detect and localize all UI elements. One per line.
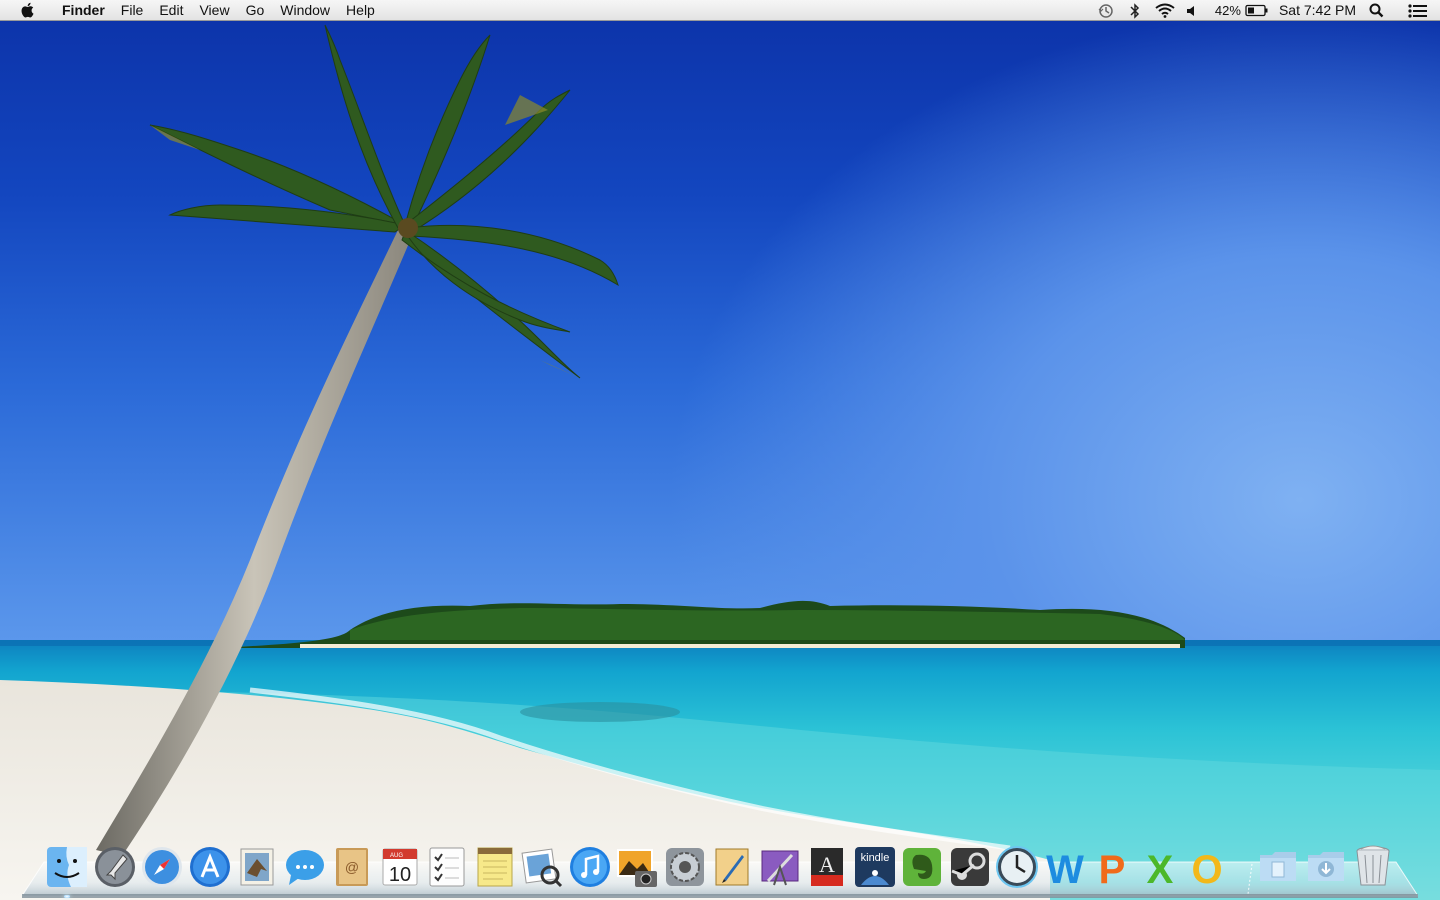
menu-view[interactable]: View xyxy=(191,0,237,21)
calendar-month-label: AUG xyxy=(390,853,403,859)
wallpaper-beach-scene xyxy=(0,24,1440,900)
system-preferences-icon[interactable] xyxy=(663,845,707,889)
apple-logo-icon[interactable] xyxy=(19,2,37,18)
reminders-icon[interactable] xyxy=(425,845,469,889)
launchpad-icon[interactable] xyxy=(93,845,137,889)
downloads-folder-icon[interactable] xyxy=(1304,843,1348,887)
svg-text:A: A xyxy=(819,852,835,877)
app-store-icon[interactable] xyxy=(188,845,232,889)
svg-text:@: @ xyxy=(345,859,359,875)
notes-icon[interactable] xyxy=(473,845,517,889)
dock-apps: @ AUG 10 A kindle W P X O xyxy=(45,841,1233,898)
pages-icon[interactable] xyxy=(710,845,754,889)
menu-file[interactable]: File xyxy=(113,0,152,21)
notification-center-icon[interactable] xyxy=(1396,0,1440,21)
excel-icon[interactable]: X xyxy=(1138,845,1182,889)
powerpoint-icon[interactable]: P xyxy=(1090,845,1134,889)
menu-extras: 42% Sat 7:42 PM xyxy=(1091,0,1440,21)
word-letter: W xyxy=(1046,848,1084,889)
bluetooth-icon[interactable] xyxy=(1121,0,1149,21)
menu-clock[interactable]: Sat 7:42 PM xyxy=(1279,0,1356,21)
time-machine-icon[interactable] xyxy=(1091,0,1121,21)
dock-stacks xyxy=(1256,843,1399,887)
documents-folder-icon[interactable] xyxy=(1256,843,1300,887)
menu-bar: Finder File Edit View Go Window Help 42%… xyxy=(0,0,1440,21)
finder-icon[interactable] xyxy=(45,845,89,898)
trash-icon[interactable] xyxy=(1351,843,1395,887)
menu-go[interactable]: Go xyxy=(238,0,273,21)
outlook-letter: O xyxy=(1191,848,1222,889)
messages-icon[interactable] xyxy=(283,845,327,889)
kindle-icon[interactable]: kindle xyxy=(853,845,897,889)
itunes-icon[interactable] xyxy=(568,845,612,889)
mail-icon[interactable] xyxy=(235,845,279,889)
kindle-label: kindle xyxy=(860,852,889,864)
menu-app-finder[interactable]: Finder xyxy=(54,0,113,21)
preview-icon[interactable] xyxy=(520,845,564,889)
outlook-icon[interactable]: O xyxy=(1185,845,1229,889)
battery-percent[interactable]: 42% xyxy=(1215,0,1241,21)
iphoto-icon[interactable] xyxy=(615,845,659,889)
menu-help[interactable]: Help xyxy=(338,0,383,21)
evernote-icon[interactable] xyxy=(900,845,944,889)
calendar-icon[interactable]: AUG 10 xyxy=(378,845,422,889)
time-machine-app-icon[interactable] xyxy=(995,845,1039,889)
word-icon[interactable]: W xyxy=(1043,845,1087,889)
menu-edit[interactable]: Edit xyxy=(151,0,191,21)
battery-icon[interactable] xyxy=(1241,0,1273,21)
safari-icon[interactable] xyxy=(140,845,184,889)
keynote-icon[interactable] xyxy=(758,845,802,889)
desktop-wallpaper xyxy=(0,0,1440,900)
calendar-day-label: 10 xyxy=(388,864,410,886)
excel-letter: X xyxy=(1146,848,1173,889)
steam-icon[interactable] xyxy=(948,845,992,889)
spotlight-search-icon[interactable] xyxy=(1356,0,1396,21)
powerpoint-letter: P xyxy=(1099,848,1126,889)
running-indicator xyxy=(64,895,70,898)
wifi-icon[interactable] xyxy=(1149,0,1181,21)
volume-icon[interactable] xyxy=(1181,0,1203,21)
menu-window[interactable]: Window xyxy=(272,0,338,21)
font-book-icon[interactable]: A xyxy=(805,845,849,889)
contacts-icon[interactable]: @ xyxy=(330,845,374,889)
